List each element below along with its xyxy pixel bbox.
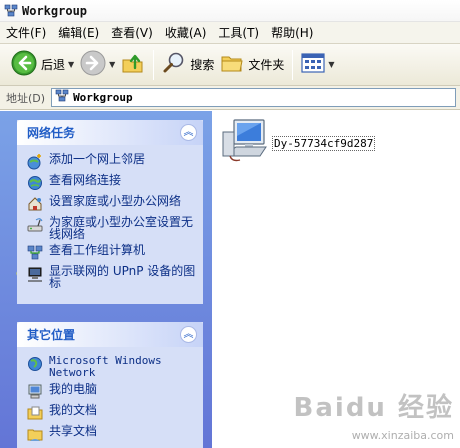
place-label: 我的文档 [49, 403, 98, 417]
place-label: Microsoft Windows Network [49, 354, 162, 379]
upnp-device-icon [27, 266, 43, 282]
menu-tools[interactable]: 工具(T) [218, 24, 259, 41]
place-label: 我的电脑 [49, 382, 98, 396]
network-tasks-header[interactable]: 网络任务 ︽ [17, 120, 203, 145]
toolbar: 后退 ▼ ▼ 搜索 文件夹 ▼ [0, 44, 460, 86]
task-label: 为家庭或小型办公室设置无线网络 [49, 215, 194, 241]
network-icon [4, 4, 18, 18]
place-my-documents[interactable]: 我的文档 [27, 404, 197, 421]
network-tasks-panel: 网络任务 ︽ 添加一个网上邻居 查看网络连接 设置家庭或小型办公网络 为家庭或小… [17, 120, 203, 304]
place-label: 共享文档 [49, 424, 98, 438]
task-show-upnp-icons[interactable]: 显示联网的 UPnP 设备的图标 [27, 265, 197, 289]
views-icon [301, 52, 325, 77]
window-title: Workgroup [22, 3, 88, 18]
task-label: 查看工作组计算机 [49, 243, 146, 257]
chevron-down-icon[interactable]: ▼ [109, 60, 115, 69]
explorer-window: Workgroup 文件(F) 编辑(E) 查看(V) 收藏(A) 工具(T) … [0, 0, 460, 448]
computer-name-label: Dy-57734cf9d287 [272, 136, 376, 151]
task-label: 设置家庭或小型办公网络 [49, 194, 182, 208]
address-label: 地址(D) [6, 91, 46, 105]
folders-label: 文件夹 [248, 58, 285, 72]
task-add-network-place[interactable]: 添加一个网上邻居 [27, 153, 197, 170]
task-setup-home-network[interactable]: 设置家庭或小型办公网络 [27, 195, 197, 212]
home-network-icon [27, 196, 43, 212]
network-icon [55, 89, 69, 106]
place-microsoft-windows-network[interactable]: Microsoft Windows Network [27, 355, 197, 379]
place-shared-documents[interactable]: 共享文档 [27, 425, 197, 442]
menu-bar: 文件(F) 编辑(E) 查看(V) 收藏(A) 工具(T) 帮助(H) [0, 22, 460, 44]
title-bar[interactable]: Workgroup [0, 0, 460, 22]
up-folder-button[interactable] [118, 48, 148, 82]
wireless-network-icon [27, 217, 43, 233]
chevron-down-icon[interactable]: ▼ [68, 60, 74, 69]
forward-arrow-icon [80, 50, 106, 79]
back-arrow-icon [11, 50, 37, 79]
other-places-panel: 其它位置 ︽ Microsoft Windows Network 我的电脑 我的… [17, 322, 203, 448]
watermark-site: www.xinzaiba.com [351, 429, 454, 442]
task-view-workgroup-computers[interactable]: 查看工作组计算机 [27, 244, 197, 261]
task-setup-wireless-network[interactable]: 为家庭或小型办公室设置无线网络 [27, 216, 197, 240]
search-label: 搜索 [190, 58, 215, 72]
menu-help[interactable]: 帮助(H) [271, 24, 313, 41]
toolbar-divider [153, 49, 155, 80]
menu-favorites[interactable]: 收藏(A) [165, 24, 207, 41]
chevron-down-icon[interactable]: ▼ [328, 60, 334, 69]
shared-documents-icon [27, 426, 43, 442]
other-places-header[interactable]: 其它位置 ︽ [17, 322, 203, 347]
task-label: 显示联网的 UPnP 设备的图标 [49, 264, 196, 290]
menu-view[interactable]: 查看(V) [111, 24, 153, 41]
my-computer-icon [27, 384, 43, 400]
search-button[interactable]: 搜索 [159, 48, 217, 82]
add-network-place-icon [27, 154, 43, 170]
other-places-title: 其它位置 [27, 328, 76, 342]
back-button[interactable]: 后退 ▼ [8, 48, 77, 82]
address-value: Workgroup [73, 91, 133, 104]
computer-icon [220, 116, 270, 164]
folder-icon [220, 51, 244, 78]
toolbar-divider [292, 49, 294, 80]
network-tasks-title: 网络任务 [27, 126, 76, 140]
watermark-text: Baidu 经验 [293, 393, 454, 423]
workgroup-computers-icon [27, 245, 43, 261]
views-button[interactable]: ▼ [298, 48, 337, 82]
collapse-icon[interactable]: ︽ [180, 326, 197, 343]
search-icon [162, 51, 186, 78]
address-bar: 地址(D) Workgroup [0, 86, 460, 110]
up-folder-icon [121, 51, 145, 78]
menu-file[interactable]: 文件(F) [6, 24, 46, 41]
globe-network-icon [27, 356, 43, 372]
task-pane: 网络任务 ︽ 添加一个网上邻居 查看网络连接 设置家庭或小型办公网络 为家庭或小… [0, 111, 212, 448]
collapse-icon[interactable]: ︽ [180, 124, 197, 141]
task-label: 查看网络连接 [49, 173, 122, 187]
menu-edit[interactable]: 编辑(E) [58, 24, 99, 41]
task-view-network-connections[interactable]: 查看网络连接 [27, 174, 197, 191]
task-label: 添加一个网上邻居 [49, 152, 146, 166]
content-area: Dy-57734cf9d287 Baidu 经验 www.xinzaiba.co… [212, 111, 460, 448]
place-my-computer[interactable]: 我的电脑 [27, 383, 197, 400]
network-computer-item[interactable]: Dy-57734cf9d287 [220, 116, 376, 164]
folders-button[interactable]: 文件夹 [217, 48, 287, 82]
network-connections-icon [27, 175, 43, 191]
address-input[interactable]: Workgroup [51, 88, 456, 107]
forward-button[interactable]: ▼ [77, 48, 118, 82]
my-documents-icon [27, 405, 43, 421]
back-label: 后退 [41, 58, 66, 72]
